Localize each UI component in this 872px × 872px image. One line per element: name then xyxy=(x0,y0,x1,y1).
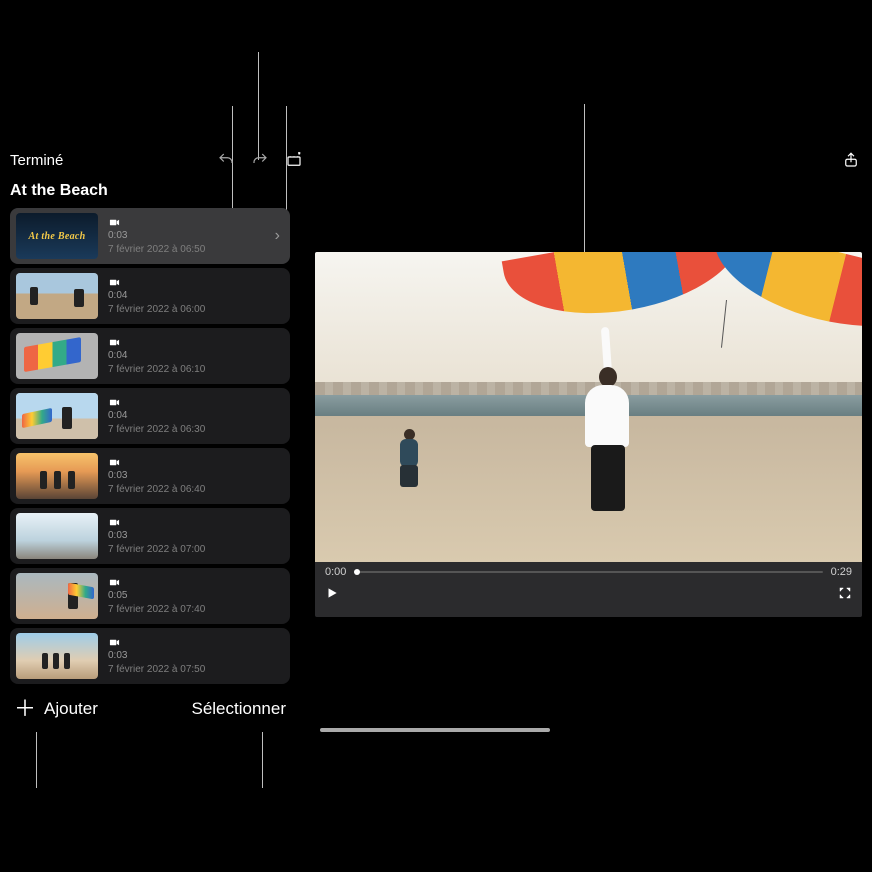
clip-thumbnail: At the Beach xyxy=(16,213,98,259)
callout-line xyxy=(262,726,263,788)
clip-meta: 0:04 7 février 2022 à 06:00 xyxy=(108,277,205,316)
video-icon xyxy=(108,457,121,468)
clip-meta: 0:03 7 février 2022 à 06:50 xyxy=(108,217,205,256)
clip-duration: 0:05 xyxy=(108,590,205,602)
clip-list[interactable]: At the Beach 0:03 7 février 2022 à 06:50 › 0… xyxy=(0,208,300,732)
callout-line xyxy=(258,52,259,160)
clip-item[interactable]: At the Beach 0:03 7 février 2022 à 06:50 › xyxy=(10,208,290,264)
clip-duration: 0:04 xyxy=(108,350,205,362)
viewer-current-time: 0:00 xyxy=(325,566,346,578)
clip-thumbnail xyxy=(16,333,98,379)
clip-duration: 0:03 xyxy=(108,530,205,542)
clip-meta: 0:04 7 février 2022 à 06:10 xyxy=(108,337,205,376)
callout-line xyxy=(36,726,37,788)
viewer-canvas[interactable] xyxy=(315,252,862,562)
clip-date: 7 février 2022 à 06:10 xyxy=(108,364,205,376)
fullscreen-button[interactable] xyxy=(838,586,852,605)
play-button[interactable] xyxy=(325,586,339,605)
clip-meta: 0:03 7 février 2022 à 06:40 xyxy=(108,457,205,496)
clip-duration: 0:03 xyxy=(108,470,205,482)
clip-date: 7 février 2022 à 07:00 xyxy=(108,544,205,556)
clip-duration: 0:04 xyxy=(108,290,205,302)
clip-item[interactable]: 0:04 7 février 2022 à 06:30 xyxy=(10,388,290,444)
clip-meta: 0:04 7 février 2022 à 06:30 xyxy=(108,397,205,436)
clip-meta: 0:03 7 février 2022 à 07:50 xyxy=(108,637,205,676)
scrubber-knob[interactable] xyxy=(354,569,360,575)
clip-thumbnail xyxy=(16,513,98,559)
clip-meta: 0:05 7 février 2022 à 07:40 xyxy=(108,577,205,616)
clip-date: 7 février 2022 à 06:30 xyxy=(108,424,205,436)
clip-thumbnail xyxy=(16,573,98,619)
undo-icon[interactable] xyxy=(215,149,237,171)
sidebar-bottom-bar: ＋ Ajouter Sélectionner xyxy=(0,686,300,732)
scrubber[interactable] xyxy=(354,571,822,573)
clip-item[interactable]: 0:03 7 février 2022 à 06:40 xyxy=(10,448,290,504)
clip-date: 7 février 2022 à 06:40 xyxy=(108,484,205,496)
plus-icon: ＋ xyxy=(14,698,36,720)
clip-thumbnail xyxy=(16,273,98,319)
clip-date: 7 février 2022 à 07:40 xyxy=(108,604,205,616)
share-icon[interactable] xyxy=(840,149,862,171)
clip-sidebar: At the Beach At the Beach 0:03 7 février 2… xyxy=(0,178,300,732)
auto-enhance-icon[interactable] xyxy=(283,149,305,171)
video-viewer: 0:00 0:29 xyxy=(315,252,862,617)
clip-thumbnail xyxy=(16,453,98,499)
clip-duration: 0:03 xyxy=(108,650,205,662)
video-icon xyxy=(108,337,121,348)
viewer-total-time: 0:29 xyxy=(831,566,852,578)
viewer-controls: 0:00 0:29 xyxy=(315,562,862,617)
redo-icon[interactable] xyxy=(249,149,271,171)
clip-thumbnail xyxy=(16,393,98,439)
video-icon xyxy=(108,637,121,648)
project-title: At the Beach xyxy=(0,178,300,208)
clip-item[interactable]: 0:05 7 février 2022 à 07:40 xyxy=(10,568,290,624)
clip-item[interactable]: 0:04 7 février 2022 à 06:10 xyxy=(10,328,290,384)
clip-meta: 0:03 7 février 2022 à 07:00 xyxy=(108,517,205,556)
clip-date: 7 février 2022 à 07:50 xyxy=(108,664,205,676)
clip-duration: 0:03 xyxy=(108,230,205,242)
video-icon xyxy=(108,577,121,588)
done-button[interactable]: Terminé xyxy=(10,152,63,169)
clip-date: 7 février 2022 à 06:00 xyxy=(108,304,205,316)
add-button[interactable]: ＋ Ajouter xyxy=(14,698,98,720)
clip-duration: 0:04 xyxy=(108,410,205,422)
clip-item[interactable]: 0:03 7 février 2022 à 07:50 xyxy=(10,628,290,684)
clip-item[interactable]: 0:04 7 février 2022 à 06:00 xyxy=(10,268,290,324)
video-icon xyxy=(108,217,121,228)
video-icon xyxy=(108,277,121,288)
clip-item[interactable]: 0:03 7 février 2022 à 07:00 xyxy=(10,508,290,564)
select-button[interactable]: Sélectionner xyxy=(191,699,286,719)
add-button-label: Ajouter xyxy=(44,699,98,719)
video-icon xyxy=(108,517,121,528)
home-indicator xyxy=(320,728,550,732)
clip-thumbnail xyxy=(16,633,98,679)
clip-date: 7 février 2022 à 06:50 xyxy=(108,244,205,256)
top-bar: Terminé xyxy=(10,148,862,172)
callout-line xyxy=(584,104,585,252)
video-icon xyxy=(108,397,121,408)
chevron-right-icon[interactable]: › xyxy=(275,227,280,245)
